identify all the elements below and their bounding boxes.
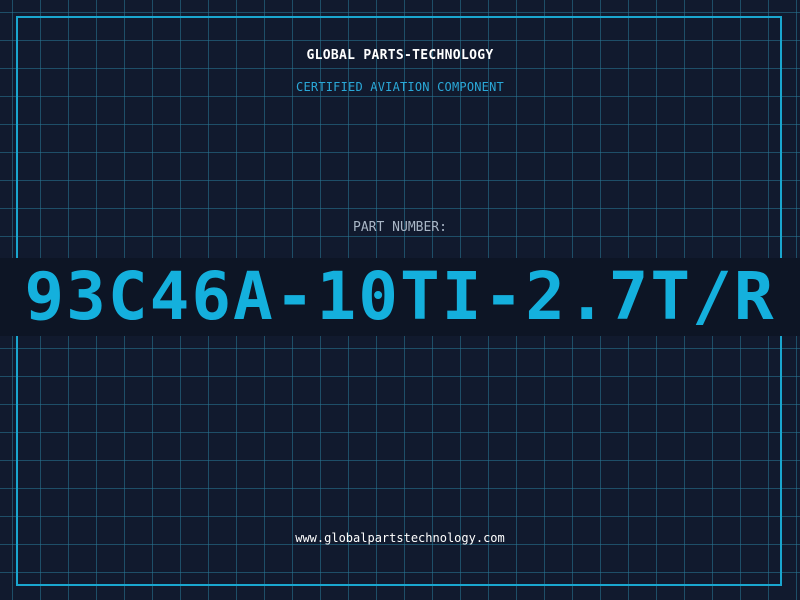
part-number-value: 93C46A-10TI-2.7T/R	[24, 258, 776, 335]
certification-tagline: CERTIFIED AVIATION COMPONENT	[296, 80, 504, 94]
website-url[interactable]: www.globalpartstechnology.com	[0, 531, 800, 545]
part-number-label: PART NUMBER:	[353, 220, 447, 235]
company-name: GLOBAL PARTS-TECHNOLOGY	[306, 48, 494, 63]
part-number-band: 93C46A-10TI-2.7T/R	[0, 258, 800, 336]
